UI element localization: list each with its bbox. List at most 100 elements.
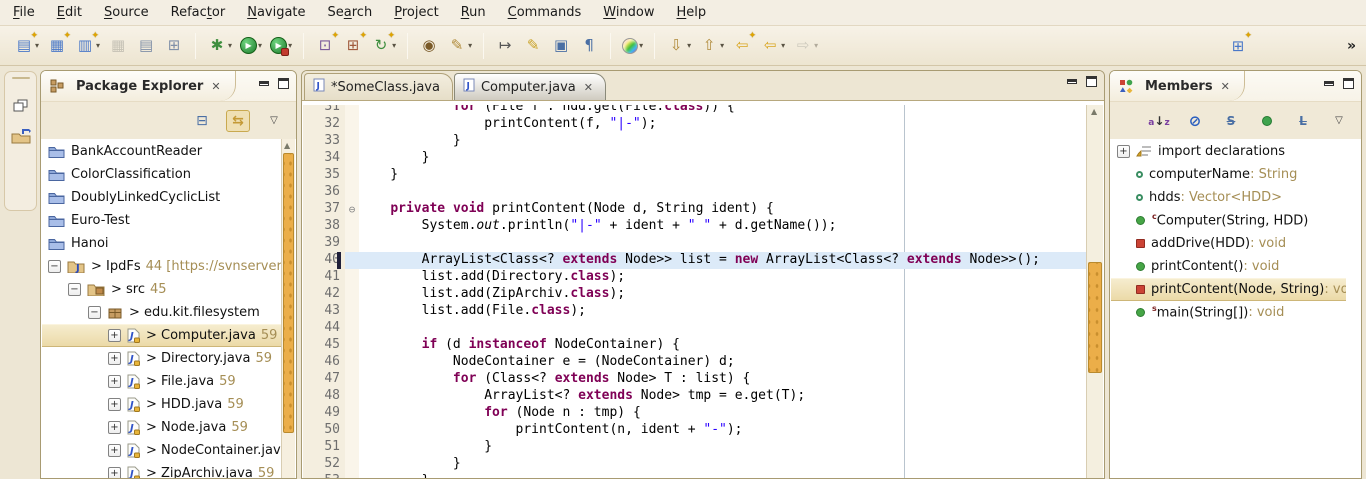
- line-number[interactable]: 34: [303, 150, 345, 167]
- code-editor[interactable]: 31 for (File f : hdd.get(File.class)) { 3…: [303, 105, 1103, 478]
- line-number[interactable]: 47: [303, 371, 345, 388]
- code-line-44[interactable]: 44: [303, 320, 1086, 337]
- code-text[interactable]: }: [359, 133, 1086, 150]
- dropdown-arrow-icon[interactable]: ▾: [639, 41, 643, 50]
- code-line-35[interactable]: 35 }: [303, 167, 1086, 184]
- menu-source[interactable]: Source: [93, 1, 160, 24]
- code-line-42[interactable]: 42 list.add(ZipArchiv.class);: [303, 286, 1086, 303]
- line-number[interactable]: 35: [303, 167, 345, 184]
- line-number[interactable]: 39: [303, 235, 345, 252]
- code-text[interactable]: if (d instanceof NodeContainer) {: [359, 337, 1086, 354]
- code-line-47[interactable]: 47 for (Class<? extends Node> T : list) …: [303, 371, 1086, 388]
- member-item-import-declarations[interactable]: +import declarations: [1111, 140, 1346, 163]
- members-tab[interactable]: Members ✕: [1110, 71, 1245, 101]
- menu-commands[interactable]: Commands: [497, 1, 593, 24]
- dropdown-arrow-icon[interactable]: ▾: [468, 41, 472, 50]
- code-text[interactable]: [359, 184, 1086, 201]
- tree-item-edu-kit-filesystem[interactable]: −> edu.kit.filesystem: [42, 301, 281, 324]
- close-icon[interactable]: ✕: [1221, 80, 1230, 93]
- maximize-button[interactable]: [1086, 76, 1097, 87]
- menu-help[interactable]: Help: [666, 1, 718, 24]
- line-number[interactable]: 32: [303, 116, 345, 133]
- minimize-button[interactable]: [259, 81, 269, 86]
- tree-item-computer-java[interactable]: +J> Computer.java59: [42, 324, 281, 347]
- close-icon[interactable]: ✕: [584, 81, 593, 94]
- filter-public-members-button[interactable]: [1255, 110, 1279, 132]
- tree-item-euro-test[interactable]: Euro-Test: [42, 209, 281, 232]
- menu-window[interactable]: Window: [592, 1, 665, 24]
- expand-icon[interactable]: +: [108, 398, 121, 411]
- link-with-editor-button[interactable]: ⇆: [226, 110, 250, 132]
- expand-icon[interactable]: +: [108, 467, 121, 478]
- tree-item-colorclassification[interactable]: ColorClassification: [42, 163, 281, 186]
- dropdown-arrow-icon[interactable]: ▾: [720, 41, 724, 50]
- line-number[interactable]: 31: [303, 105, 345, 116]
- scroll-up-icon[interactable]: ▲: [284, 141, 290, 150]
- tree-item-src[interactable]: −> src45: [42, 278, 281, 301]
- collapse-all-button[interactable]: ⊟: [190, 110, 214, 132]
- menu-navigate[interactable]: Navigate: [236, 1, 316, 24]
- dropdown-arrow-icon[interactable]: ▾: [781, 41, 785, 50]
- save-button[interactable]: ▦: [105, 34, 131, 58]
- code-text[interactable]: list.add(Directory.class);: [359, 269, 1086, 286]
- line-number[interactable]: 50: [303, 422, 345, 439]
- code-text[interactable]: }: [359, 456, 1086, 473]
- open-perspective-button[interactable]: ⊞: [1222, 32, 1254, 60]
- code-text[interactable]: private void printContent(Node d, String…: [359, 201, 1086, 218]
- commit-button[interactable]: ▦: [44, 34, 70, 58]
- minimize-button[interactable]: [1324, 81, 1334, 86]
- run-external-button[interactable]: ▶▾: [267, 35, 295, 56]
- new-repository-button[interactable]: ⊞: [340, 34, 366, 58]
- tree-item-file-java[interactable]: +J> File.java59: [42, 370, 281, 393]
- member-item-printcontent[interactable]: printContent() : void: [1111, 255, 1346, 278]
- member-item-hdds[interactable]: hdds : Vector<HDD>: [1111, 186, 1346, 209]
- member-item-main-string[interactable]: smain(String[]) : void: [1111, 301, 1346, 324]
- line-number[interactable]: 44: [303, 320, 345, 337]
- line-number[interactable]: 51: [303, 439, 345, 456]
- code-line-39[interactable]: 39: [303, 235, 1086, 252]
- expand-icon[interactable]: +: [1117, 145, 1130, 158]
- code-line-52[interactable]: 52 }: [303, 456, 1086, 473]
- scrollbar-thumb[interactable]: [283, 153, 294, 433]
- tree-item-hanoi[interactable]: Hanoi: [42, 232, 281, 255]
- code-line-37[interactable]: 37⊖ private void printContent(Node d, St…: [303, 201, 1086, 218]
- member-item-printcontent-node-string[interactable]: printContent(Node, String) : void: [1111, 278, 1346, 301]
- menu-search[interactable]: Search: [317, 1, 384, 24]
- synchronize-button[interactable]: ↻▾: [368, 34, 399, 58]
- tree-item-hdd-java[interactable]: +J> HDD.java59: [42, 393, 281, 416]
- code-text[interactable]: printContent(n, ident + "-");: [359, 422, 1086, 439]
- open-perspective-button[interactable]: ⊞: [1225, 34, 1251, 58]
- code-text[interactable]: for (File f : hdd.get(File.class)) {: [359, 105, 1086, 116]
- code-line-53[interactable]: 53 }: [303, 473, 1086, 478]
- show-whitespace-button[interactable]: ¶: [576, 34, 602, 58]
- dropdown-arrow-icon[interactable]: ▾: [96, 41, 100, 50]
- code-line-51[interactable]: 51 }: [303, 439, 1086, 456]
- tree-item-ziparchiv-java[interactable]: +J> ZipArchiv.java59: [42, 462, 281, 478]
- line-number[interactable]: 52: [303, 456, 345, 473]
- tree-item-ipdfs[interactable]: −J> IpdFs44 [https://svnserver.i: [42, 255, 281, 278]
- hide-local-types-button[interactable]: L: [1291, 110, 1315, 132]
- code-line-46[interactable]: 46 NodeContainer e = (NodeContainer) d;: [303, 354, 1086, 371]
- view-menu-button[interactable]: ▽: [262, 110, 286, 132]
- code-text[interactable]: for (Class<? extends Node> T : list) {: [359, 371, 1086, 388]
- member-item-computer-string-hdd[interactable]: cComputer(String, HDD): [1111, 209, 1346, 232]
- menu-file[interactable]: File: [2, 1, 46, 24]
- code-line-34[interactable]: 34 }: [303, 150, 1086, 167]
- show-block-button[interactable]: ▣: [548, 34, 574, 58]
- back-button[interactable]: ⇦▾: [757, 34, 788, 58]
- code-line-48[interactable]: 48 ArrayList<? extends Node> tmp = e.get…: [303, 388, 1086, 405]
- line-number[interactable]: 49: [303, 405, 345, 422]
- new-file-button[interactable]: ▥▾: [72, 34, 103, 58]
- next-annotation-button[interactable]: ⇩▾: [663, 34, 694, 58]
- collapse-icon[interactable]: −: [68, 283, 81, 296]
- drag-grip[interactable]: [12, 77, 30, 79]
- explorer-scrollbar[interactable]: ▲: [281, 139, 295, 478]
- menu-refactor[interactable]: Refactor: [160, 1, 237, 24]
- code-text[interactable]: printContent(f, "|-");: [359, 116, 1086, 133]
- menu-edit[interactable]: Edit: [46, 1, 93, 24]
- code-text[interactable]: }: [359, 439, 1086, 456]
- code-line-41[interactable]: 41 list.add(Directory.class);: [303, 269, 1086, 286]
- scrollbar-thumb[interactable]: [1088, 262, 1102, 373]
- dropdown-arrow-icon[interactable]: ▾: [392, 41, 396, 50]
- code-line-38[interactable]: 38 System.out.println("|-" + ident + " "…: [303, 218, 1086, 235]
